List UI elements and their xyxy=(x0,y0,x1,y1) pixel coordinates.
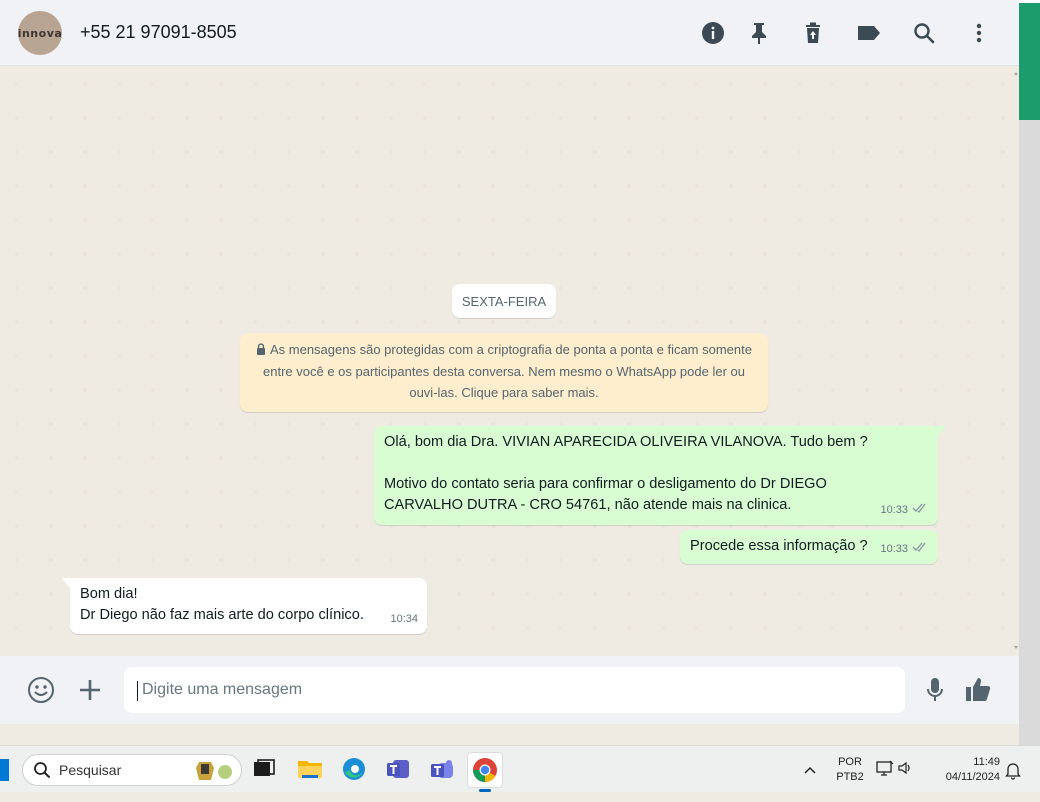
windows-taskbar: Pesquisar POR PTB2 11:49 04/11/2024 xyxy=(0,745,1040,792)
lock-icon xyxy=(256,340,266,361)
language-code: POR xyxy=(838,756,862,768)
accent-top xyxy=(1019,0,1040,3)
message-time: 10:33 xyxy=(880,543,908,555)
whatsapp-window: innova +55 21 97091-8505 SEXTA-FEIRA As … xyxy=(0,0,1019,724)
network-icon xyxy=(876,760,894,779)
start-icon[interactable] xyxy=(0,759,9,781)
search-icon[interactable] xyxy=(911,20,937,46)
message-bubble-incoming[interactable]: Bom dia! Dr Diego não faz mais arte do c… xyxy=(62,578,427,634)
volume-icon xyxy=(898,761,914,778)
message-bubble-outgoing[interactable]: Procede essa informação ? 10:33 xyxy=(680,530,938,564)
thumbs-up-icon[interactable] xyxy=(963,675,993,705)
network-volume-group[interactable] xyxy=(876,746,914,793)
message-text xyxy=(384,453,928,474)
message-bubble-outgoing[interactable]: Olá, bom dia Dra. VIVIAN APARECIDA OLIVE… xyxy=(374,426,946,525)
pin-icon[interactable] xyxy=(746,20,772,46)
input-language[interactable]: POR PTB2 xyxy=(836,746,864,802)
menu-icon[interactable] xyxy=(966,20,992,46)
contact-name[interactable]: +55 21 97091-8505 xyxy=(80,22,237,43)
notification-bell-icon[interactable] xyxy=(1005,746,1021,793)
double-check-icon xyxy=(912,500,929,521)
message-time: 10:34 xyxy=(390,613,418,625)
message-input-placeholder: Digite uma mensagem xyxy=(142,681,303,698)
message-text: CARVALHO DUTRA - CRO 54761, não atende m… xyxy=(384,497,792,513)
clock-date: 04/11/2024 xyxy=(945,771,1000,783)
search-highlight-icon xyxy=(195,758,235,785)
side-panel-edge xyxy=(1019,0,1040,745)
microphone-icon[interactable] xyxy=(920,675,950,705)
encryption-notice-text: As mensagens são protegidas com a cripto… xyxy=(263,342,752,400)
date-divider: SEXTA-FEIRA xyxy=(452,284,556,318)
message-time: 10:33 xyxy=(880,504,908,516)
teams-alt-icon[interactable] xyxy=(425,752,459,786)
message-text: Dr Diego não faz mais arte do corpo clín… xyxy=(80,607,364,623)
encryption-notice[interactable]: As mensagens são protegidas com a cripto… xyxy=(240,333,768,412)
chrome-icon[interactable] xyxy=(467,752,503,792)
edge-browser-icon[interactable] xyxy=(337,752,371,786)
file-explorer-icon[interactable] xyxy=(293,752,327,786)
message-input[interactable]: Digite uma mensagem xyxy=(124,667,905,713)
info-icon[interactable] xyxy=(700,20,726,46)
accent-bar xyxy=(1019,0,1040,120)
tray-chevron-icon[interactable] xyxy=(802,746,818,793)
bubble-tail xyxy=(62,578,70,588)
label-icon[interactable] xyxy=(856,20,882,46)
avatar[interactable]: innova xyxy=(18,11,62,55)
composer: Digite uma mensagem xyxy=(0,656,1019,724)
delete-icon[interactable] xyxy=(800,20,826,46)
task-view-icon[interactable] xyxy=(247,752,281,786)
emoji-icon[interactable] xyxy=(26,675,56,705)
bubble-tail xyxy=(938,426,946,436)
message-text: Olá, bom dia Dra. VIVIAN APARECIDA OLIVE… xyxy=(384,434,868,450)
message-meta: 10:34 xyxy=(390,609,418,630)
keyboard-layout: PTB2 xyxy=(836,771,864,783)
clock[interactable]: 11:49 04/11/2024 xyxy=(930,746,1000,802)
teams-icon[interactable] xyxy=(381,752,415,786)
message-meta: 10:33 xyxy=(880,500,929,521)
search-icon xyxy=(33,761,51,779)
message-meta: 10:33 xyxy=(880,539,929,560)
message-text: Motivo do contato seria para confirmar o… xyxy=(384,476,827,492)
attach-plus-icon[interactable] xyxy=(75,675,105,705)
message-text: Bom dia! xyxy=(80,586,138,602)
clock-time: 11:49 xyxy=(973,756,1000,768)
text-caret xyxy=(137,681,138,701)
taskbar-search[interactable]: Pesquisar xyxy=(22,754,242,786)
taskbar-search-placeholder: Pesquisar xyxy=(59,762,122,778)
double-check-icon xyxy=(912,539,929,560)
chat-header: innova +55 21 97091-8505 xyxy=(0,0,1019,66)
